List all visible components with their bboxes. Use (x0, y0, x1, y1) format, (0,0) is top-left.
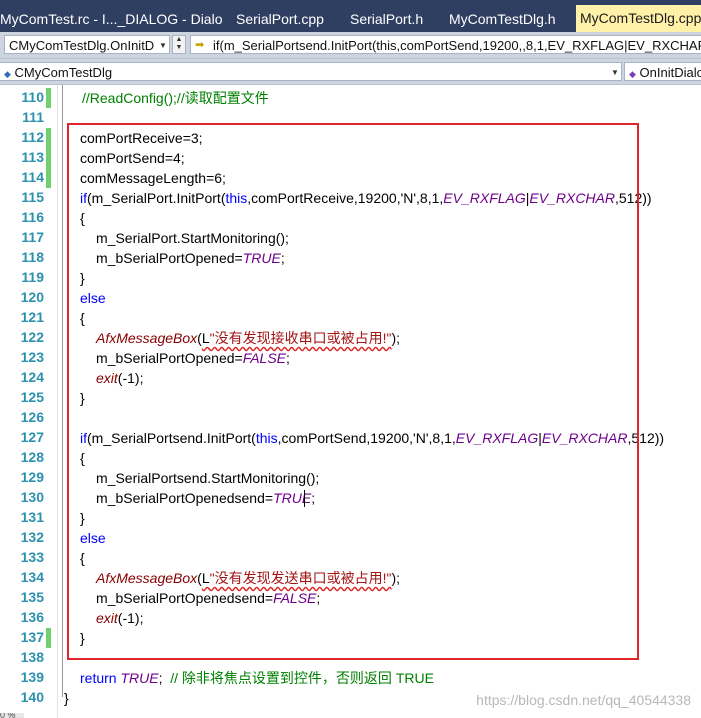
member-combo-value: OnInitDialo (639, 65, 701, 80)
zoom-level[interactable]: 0 % (0, 713, 24, 718)
code-line[interactable]: return TRUE; // 除非将焦点设置到控件，否则返回 TRUE (80, 668, 434, 688)
tab-serialport-h[interactable]: SerialPort.h (350, 7, 434, 32)
spin-up-icon[interactable]: ▲ (173, 36, 185, 44)
code-preview-text: if(m_SerialPortsend.InitPort(this,comPor… (213, 38, 701, 53)
code-line[interactable]: //ReadConfig();//读取配置文件 (82, 88, 269, 108)
spin-buttons[interactable]: ▲ ▼ (172, 35, 186, 54)
tab-serialport-cpp[interactable]: SerialPort.cpp (236, 7, 336, 32)
navigate-arrow-icon: ➡ (195, 39, 205, 51)
document-tab-bar: MyComTest.rc - I..._DIALOG - Dialog Seri… (0, 0, 701, 32)
tab-mycomtestdlg-cpp[interactable]: MyComTestDlg.cpp (576, 5, 701, 32)
code-editor[interactable]: 110 111 112 113 114 115 116 117 118 119 120 121 122 1… (0, 85, 701, 718)
function-combo[interactable]: CMyComTestDlg.OnInitD ▼ (4, 35, 170, 54)
function-combo-value: CMyComTestDlg.OnInitD (9, 38, 155, 53)
tab-mycomtest-rc[interactable]: MyComTest.rc - I..._DIALOG - Dialog (0, 7, 222, 32)
member-icon: ◆ (629, 69, 636, 79)
class-combo-value: CMyComTestDlg (14, 65, 113, 80)
tab-mycomtestdlg-h[interactable]: MyComTestDlg.h (449, 7, 569, 32)
spin-down-icon[interactable]: ▼ (173, 44, 185, 52)
navigation-toolbar: CMyComTestDlg.OnInitD ▼ ▲ ▼ ➡ if(m_Seria… (0, 32, 701, 59)
code-preview-field[interactable]: ➡ if(m_SerialPortsend.InitPort(this,comP… (190, 35, 701, 54)
watermark: https://blog.csdn.net/qq_40544338 (476, 692, 691, 708)
class-combo[interactable]: ◆ CMyComTestDlg ▼ (0, 62, 622, 81)
dropdown-arrow-icon[interactable]: ▼ (157, 36, 169, 53)
highlight-box (67, 123, 639, 660)
class-icon: ◆ (4, 69, 11, 79)
code-line[interactable]: } (64, 688, 69, 708)
member-combo[interactable]: ◆ OnInitDialo (624, 62, 701, 81)
class-member-toolbar: ◆ CMyComTestDlg ▼ ◆ OnInitDialo (0, 59, 701, 85)
dropdown-arrow-icon[interactable]: ▼ (609, 63, 621, 80)
